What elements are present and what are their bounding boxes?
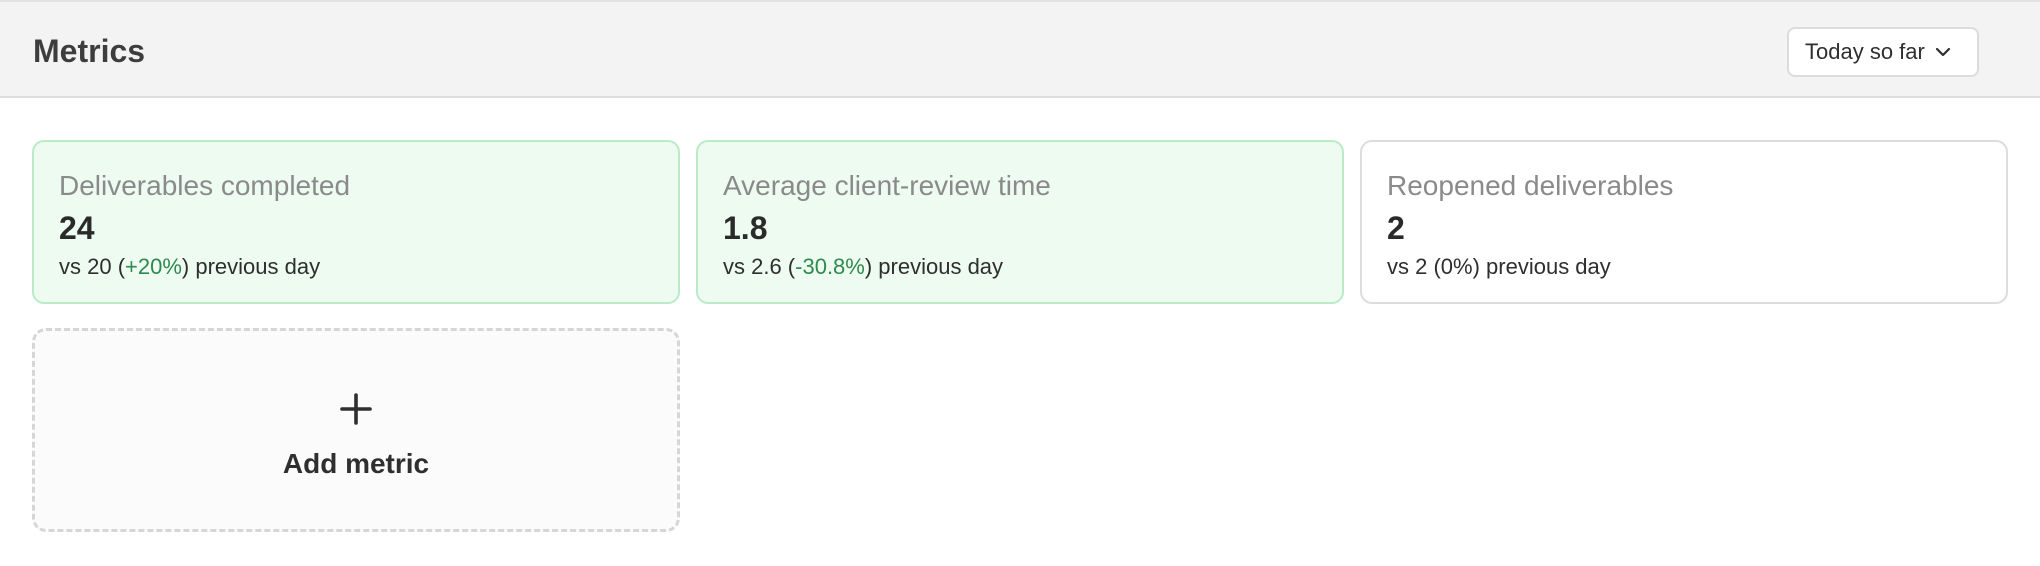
metric-label: Average client-review time bbox=[723, 170, 1051, 201]
metric-card-deliverables-completed[interactable]: Deliverables completed 24 vs 20 (+20%) p… bbox=[32, 140, 680, 304]
comparison-prefix: vs 2.6 ( bbox=[723, 254, 796, 279]
metric-comparison: vs 2 (0%) previous day bbox=[1387, 252, 1611, 282]
plus-icon bbox=[340, 393, 372, 425]
chevron-down-icon bbox=[1935, 47, 1950, 57]
metric-comparison: vs 20 (+20%) previous day bbox=[59, 252, 320, 282]
comparison-suffix: ) previous day bbox=[864, 254, 1004, 279]
delta-badge: +20% bbox=[125, 254, 182, 279]
comparison-suffix: ) previous day bbox=[1472, 254, 1611, 279]
metric-card-average-client-review-time[interactable]: Average client-review time 1.8 vs 2.6 (-… bbox=[696, 140, 1344, 304]
metric-label: Reopened deliverables bbox=[1387, 170, 1674, 201]
date-range-selected-value: Today so far bbox=[1805, 39, 1925, 64]
metric-label: Deliverables completed bbox=[59, 170, 351, 201]
metric-comparison: vs 2.6 (-30.8%) previous day bbox=[723, 252, 1003, 282]
page-title: Metrics bbox=[33, 33, 146, 69]
metric-value: 24 bbox=[59, 210, 95, 246]
page-header: Metrics Today so far bbox=[0, 0, 2040, 98]
date-range-select[interactable]: Today so far bbox=[1787, 27, 1979, 77]
metric-value: 2 bbox=[1387, 210, 1405, 246]
delta-badge: 0% bbox=[1440, 254, 1473, 279]
comparison-prefix: vs 2 ( bbox=[1387, 254, 1441, 279]
add-metric-label: Add metric bbox=[282, 448, 430, 479]
delta-badge: -30.8% bbox=[795, 254, 865, 279]
metric-value: 1.8 bbox=[723, 210, 768, 246]
metric-card-reopened-deliverables[interactable]: Reopened deliverables 2 vs 2 (0%) previo… bbox=[1360, 140, 2008, 304]
add-metric-button[interactable]: Add metric bbox=[32, 328, 680, 532]
comparison-prefix: vs 20 ( bbox=[59, 254, 126, 279]
comparison-suffix: ) previous day bbox=[181, 254, 321, 279]
